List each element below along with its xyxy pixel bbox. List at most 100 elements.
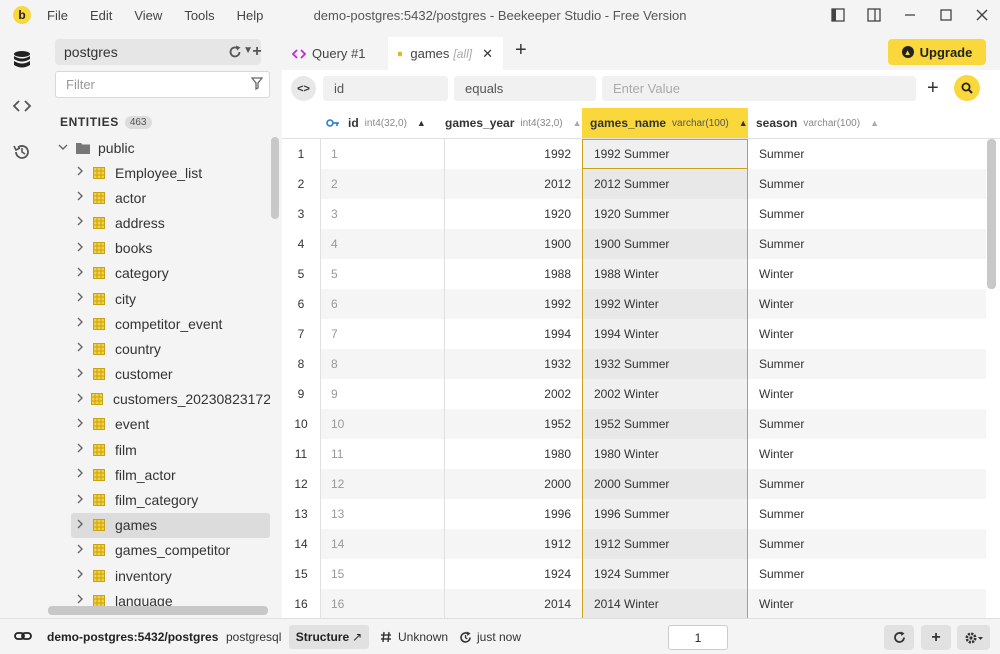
- tab-query-1[interactable]: Query #1: [282, 37, 387, 70]
- cell-games-name[interactable]: 1996 Summer: [582, 499, 748, 529]
- chevron-right-icon[interactable]: [75, 494, 87, 507]
- table-row[interactable]: 3 1920 1920 Summer Summer: [320, 199, 986, 229]
- toggle-panel-icon[interactable]: [856, 0, 892, 30]
- sort-asc-icon[interactable]: ▲: [739, 118, 748, 128]
- cell-games-name[interactable]: 1932 Summer: [582, 349, 748, 379]
- chevron-right-icon[interactable]: [75, 267, 87, 280]
- cell-season[interactable]: Winter: [748, 289, 986, 319]
- sidebar-table-item[interactable]: Employee_list: [71, 160, 270, 185]
- add-row-button[interactable]: +: [921, 625, 951, 650]
- code-icon[interactable]: [0, 83, 44, 129]
- history-icon[interactable]: [0, 129, 44, 175]
- row-number[interactable]: 9: [282, 379, 320, 409]
- row-number[interactable]: 10: [282, 409, 320, 439]
- table-row[interactable]: 1 1992 1992 Summer Summer: [320, 139, 986, 169]
- column-header-games-name[interactable]: games_name varchar(100) ▲: [582, 108, 748, 138]
- cell-season[interactable]: Summer: [748, 529, 986, 559]
- filter-value-input[interactable]: Enter Value: [602, 76, 916, 101]
- new-tab-button[interactable]: +: [515, 39, 527, 62]
- cell-id[interactable]: 2: [320, 169, 445, 199]
- menu-tools[interactable]: Tools: [184, 8, 214, 23]
- column-header-season[interactable]: season varchar(100) ▲: [748, 108, 986, 138]
- sort-asc-icon[interactable]: ▲: [870, 118, 879, 128]
- menu-view[interactable]: View: [134, 8, 162, 23]
- cell-id[interactable]: 11: [320, 439, 445, 469]
- add-filter-button[interactable]: +: [927, 77, 939, 100]
- cell-id[interactable]: 5: [320, 259, 445, 289]
- chevron-right-icon[interactable]: [75, 368, 87, 381]
- cell-season[interactable]: Summer: [748, 139, 986, 169]
- sidebar-table-item[interactable]: film: [71, 437, 270, 462]
- row-number[interactable]: 8: [282, 349, 320, 379]
- cell-season[interactable]: Summer: [748, 229, 986, 259]
- page-number-input[interactable]: 1: [668, 625, 728, 650]
- chevron-right-icon[interactable]: [75, 418, 87, 431]
- sidebar-table-item[interactable]: books: [71, 236, 270, 261]
- cell-games-year[interactable]: 1992: [445, 289, 582, 319]
- cell-season[interactable]: Winter: [748, 589, 986, 618]
- sidebar-table-item[interactable]: film_category: [71, 487, 270, 512]
- table-row[interactable]: 4 1900 1900 Summer Summer: [320, 229, 986, 259]
- cell-season[interactable]: Summer: [748, 409, 986, 439]
- refresh-button[interactable]: [884, 625, 914, 650]
- cell-games-year[interactable]: 2012: [445, 169, 582, 199]
- sidebar-table-item[interactable]: city: [71, 286, 270, 311]
- close-tab-icon[interactable]: ✕: [482, 46, 493, 62]
- cell-id[interactable]: 4: [320, 229, 445, 259]
- cell-season[interactable]: Summer: [748, 559, 986, 589]
- structure-button[interactable]: Structure ↗: [289, 625, 369, 649]
- table-row[interactable]: 8 1932 1932 Summer Summer: [320, 349, 986, 379]
- chevron-right-icon[interactable]: [75, 317, 87, 330]
- sidebar-table-item[interactable]: games: [71, 512, 270, 538]
- table-row[interactable]: 7 1994 1994 Winter Winter: [320, 319, 986, 349]
- table-row[interactable]: 15 1924 1924 Summer Summer: [320, 559, 986, 589]
- row-number[interactable]: 3: [282, 199, 320, 229]
- cell-games-name[interactable]: 2014 Winter: [582, 589, 748, 618]
- row-number[interactable]: 11: [282, 439, 320, 469]
- cell-games-name[interactable]: 1992 Winter: [582, 289, 748, 319]
- cell-season[interactable]: Winter: [748, 319, 986, 349]
- chevron-right-icon[interactable]: [75, 519, 87, 532]
- cell-games-name[interactable]: 1912 Summer: [582, 529, 748, 559]
- cell-games-year[interactable]: 1952: [445, 409, 582, 439]
- cell-games-year[interactable]: 1980: [445, 439, 582, 469]
- cell-games-name[interactable]: 1900 Summer: [582, 229, 748, 259]
- cell-id[interactable]: 7: [320, 319, 445, 349]
- menu-help[interactable]: Help: [237, 8, 264, 23]
- cell-games-year[interactable]: 2002: [445, 379, 582, 409]
- sidebar-scrollbar[interactable]: [271, 137, 279, 219]
- sidebar-table-item[interactable]: category: [71, 261, 270, 286]
- row-number[interactable]: 13: [282, 499, 320, 529]
- menu-file[interactable]: File: [47, 8, 68, 23]
- row-number[interactable]: 5: [282, 259, 320, 289]
- search-button[interactable]: [954, 75, 980, 101]
- sidebar-table-item[interactable]: film_actor: [71, 462, 270, 487]
- cell-games-name[interactable]: 1924 Summer: [582, 559, 748, 589]
- sidebar-table-item[interactable]: country: [71, 336, 270, 361]
- row-number[interactable]: 2: [282, 169, 320, 199]
- entity-filter-input[interactable]: Filter: [55, 71, 270, 98]
- table-row[interactable]: 11 1980 1980 Winter Winter: [320, 439, 986, 469]
- table-row[interactable]: 16 2014 2014 Winter Winter: [320, 589, 986, 618]
- row-number[interactable]: 16: [282, 589, 320, 618]
- row-number[interactable]: 12: [282, 469, 320, 499]
- chevron-down-icon[interactable]: [58, 142, 70, 155]
- cell-id[interactable]: 15: [320, 559, 445, 589]
- row-number[interactable]: 6: [282, 289, 320, 319]
- row-number[interactable]: 7: [282, 319, 320, 349]
- cell-id[interactable]: 10: [320, 409, 445, 439]
- cell-games-year[interactable]: 1988: [445, 259, 582, 289]
- sort-asc-icon[interactable]: ▲: [417, 118, 426, 128]
- cell-id[interactable]: 1: [320, 139, 445, 169]
- sidebar-table-item[interactable]: inventory: [71, 563, 270, 588]
- cell-id[interactable]: 13: [320, 499, 445, 529]
- add-icon[interactable]: +: [247, 40, 267, 64]
- cell-games-name[interactable]: 2012 Summer: [582, 169, 748, 199]
- chevron-right-icon[interactable]: [75, 569, 87, 582]
- cell-games-name[interactable]: 1920 Summer: [582, 199, 748, 229]
- cell-games-year[interactable]: 2000: [445, 469, 582, 499]
- column-header-games-year[interactable]: games_year int4(32,0) ▲: [445, 108, 582, 138]
- cell-games-year[interactable]: 1912: [445, 529, 582, 559]
- close-window-icon[interactable]: [964, 0, 1000, 30]
- chevron-right-icon[interactable]: [75, 292, 87, 305]
